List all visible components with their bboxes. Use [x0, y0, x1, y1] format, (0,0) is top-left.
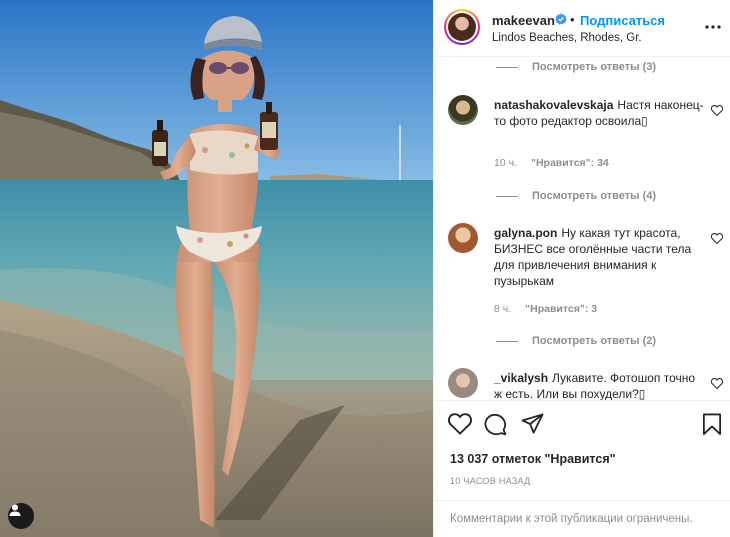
- view-replies-label: Посмотреть ответы (4): [532, 190, 657, 202]
- comment-icon[interactable]: [484, 413, 507, 441]
- commenter-avatar[interactable]: [448, 223, 478, 253]
- commenter-username[interactable]: _vikalysh: [494, 371, 548, 385]
- heart-icon[interactable]: [710, 103, 724, 121]
- view-replies-button[interactable]: Посмотреть ответы (4): [496, 190, 656, 202]
- paper-plane-icon[interactable]: [521, 413, 544, 440]
- comment-text: _vikalysh Лукавите. Фотошоп точно ж есть.…: [494, 370, 706, 400]
- header-separator: •: [570, 12, 575, 27]
- comment-text: natashakovalevskaja Настя наконец-то фото…: [494, 97, 706, 129]
- post-photo[interactable]: [0, 0, 433, 537]
- follow-button[interactable]: Подписаться: [580, 13, 665, 28]
- commenter-username[interactable]: galyna.pon: [494, 226, 557, 240]
- author-avatar[interactable]: [444, 9, 480, 45]
- comment-item: galyna.pon Ну какая тут красота, БИЗНЕС в…: [434, 223, 730, 323]
- view-replies-button[interactable]: Посмотреть ответы (2): [496, 335, 656, 347]
- comments-restricted-notice: Комментарии к этой публикации ограничены…: [434, 500, 730, 537]
- comment-time[interactable]: 10 ч.: [494, 157, 517, 169]
- comment-time[interactable]: 8 ч.: [494, 303, 511, 315]
- heart-icon[interactable]: [710, 231, 724, 249]
- comment-meta: 8 ч. "Нравится": 3: [494, 303, 597, 315]
- commenter-avatar[interactable]: [448, 95, 478, 125]
- bookmark-icon[interactable]: [702, 413, 722, 441]
- verified-badge-icon: [555, 12, 567, 30]
- beach-scene-illustration: [0, 0, 433, 537]
- view-replies-label: Посмотреть ответы (3): [532, 61, 657, 73]
- comment-text: galyna.pon Ну какая тут красота, БИЗНЕС в…: [494, 225, 706, 289]
- view-replies-label: Посмотреть ответы (2): [532, 335, 657, 347]
- heart-icon[interactable]: [447, 413, 473, 440]
- commenter-username[interactable]: natashakovalevskaja: [494, 98, 613, 112]
- comment-likes[interactable]: "Нравится": 34: [531, 157, 609, 169]
- post-panel: makeevan • Подписаться Lindos Beaches, R…: [433, 0, 730, 537]
- post-location[interactable]: Lindos Beaches, Rhodes, Gr.: [492, 32, 642, 44]
- comment-likes[interactable]: "Нравится": 3: [525, 303, 597, 315]
- post-time-ago[interactable]: 10 ЧАСОВ НАЗАД: [450, 476, 531, 486]
- user-tag-icon[interactable]: [8, 503, 34, 529]
- comment-meta: 10 ч. "Нравится": 34: [494, 157, 609, 169]
- more-options-icon[interactable]: [705, 16, 721, 34]
- comments-list[interactable]: Посмотреть ответы (3) natashakovalevskaj…: [434, 57, 730, 400]
- view-replies-button[interactable]: Посмотреть ответы (3): [496, 61, 656, 73]
- heart-icon[interactable]: [710, 376, 724, 394]
- author-username[interactable]: makeevan: [492, 13, 555, 28]
- comment-item: natashakovalevskaja Настя наконец-то фото…: [434, 95, 730, 175]
- comment-item: _vikalysh Лукавите. Фотошоп точно ж есть.…: [434, 368, 730, 400]
- likes-count[interactable]: 13 037 отметок "Нравится": [450, 452, 616, 466]
- commenter-avatar[interactable]: [448, 368, 478, 398]
- post-header: makeevan • Подписаться Lindos Beaches, R…: [434, 0, 730, 57]
